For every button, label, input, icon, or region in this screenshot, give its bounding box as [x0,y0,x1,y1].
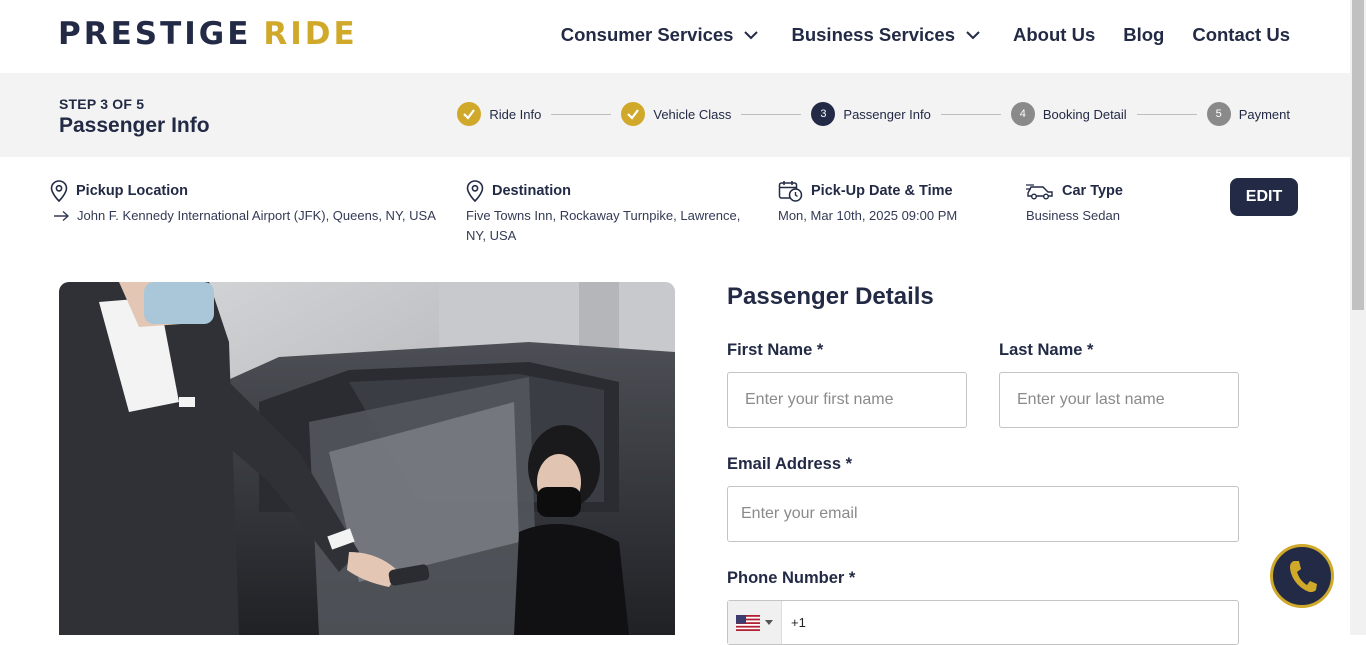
date-value: Mon, Mar 10th, 2025 09:00 PM [778,208,958,223]
brand-logo[interactable]: PRESTIGE RIDE [58,16,358,52]
last-name-label: Last Name * [999,341,1094,359]
nav-blog[interactable]: Blog [1123,22,1164,48]
step-label: Payment [1238,106,1290,122]
map-pin-icon [50,180,68,202]
country-selector[interactable] [728,601,782,644]
map-pin-icon [466,180,484,202]
chevron-down-icon [966,31,980,40]
step-ride-info[interactable]: Ride Info [457,102,541,126]
car-type-value: Business Sedan [1026,208,1120,223]
scrollbar-thumb[interactable] [1352,0,1364,310]
step-divider [741,113,802,115]
step-passenger-info: 3 Passenger Info [811,102,931,126]
destination-value-line2: NY, USA [466,228,517,243]
pickup-location: Pickup Location John F. Kennedy Internat… [50,176,436,226]
step-progress: Ride Info Vehicle Class 3 Passenger Info… [457,102,1290,126]
arrow-right-icon [54,210,70,222]
booking-step-bar: STEP 3 OF 5 Passenger Info Ride Info Veh… [0,73,1350,157]
phone-field[interactable]: +1 [727,600,1239,645]
calendar-clock-icon [778,181,803,202]
step-payment: 5 Payment [1206,102,1290,126]
step-number: 5 [1206,102,1231,126]
check-icon [457,102,482,126]
nav-contact-us[interactable]: Contact Us [1192,22,1290,48]
step-divider [940,113,1001,115]
nav-business-services[interactable]: Business Services [791,22,981,48]
car-type-heading: Car Type [1062,183,1123,199]
pickup-heading: Pickup Location [76,183,188,199]
phone-icon [1290,561,1317,593]
logo-text-prestige: PRESTIGE [58,16,252,52]
step-label: Vehicle Class [653,106,732,122]
step-label: Ride Info [489,106,542,122]
call-button[interactable] [1270,544,1334,608]
nav-business-services-label: Business Services [791,24,956,45]
last-name-input[interactable] [999,372,1239,428]
date-heading: Pick-Up Date & Time [811,183,953,199]
destination-heading: Destination [492,183,571,199]
email-input[interactable] [727,486,1239,542]
step-counter: STEP 3 OF 5 [59,96,145,112]
phone-country-code: +1 [791,615,806,630]
step-divider [551,113,612,115]
first-name-input[interactable] [727,372,967,428]
chevron-down-icon [744,31,759,40]
car-icon [1026,184,1053,200]
nav-consumer-services-label: Consumer Services [560,24,734,45]
chauffeur-photo [59,282,675,635]
first-name-label: First Name * [727,341,824,359]
check-icon [621,102,646,126]
step-booking-detail: 4 Booking Detail [1010,102,1127,126]
email-label: Email Address * [727,455,853,473]
trip-summary: Pickup Location John F. Kennedy Internat… [0,176,1350,256]
pickup-date-time: Pick-Up Date & Time Mon, Mar 10th, 2025 … [778,176,957,226]
edit-button[interactable]: EDIT [1230,178,1298,216]
us-flag-icon [736,614,760,631]
step-number: 4 [1010,102,1035,126]
step-label: Passenger Info [843,106,931,122]
step-vehicle-class[interactable]: Vehicle Class [621,102,731,126]
main-nav: Consumer Services Business Services Abou… [561,22,1290,48]
step-divider [1136,113,1197,115]
nav-about-us[interactable]: About Us [1013,22,1095,48]
destination: Destination Five Towns Inn, Rockaway Tur… [466,176,740,246]
site-header: PRESTIGE RIDE Consumer Services Business… [0,0,1350,73]
phone-label: Phone Number * [727,569,856,587]
caret-down-icon [765,620,773,625]
pickup-value: John F. Kennedy International Airport (J… [77,208,436,223]
passenger-details-title: Passenger Details [727,283,934,310]
step-title: Passenger Info [59,114,210,137]
page-scrollbar[interactable] [1350,0,1366,635]
car-type: Car Type Business Sedan [1026,176,1123,226]
step-number: 3 [811,102,836,126]
nav-consumer-services[interactable]: Consumer Services [561,22,760,48]
step-label: Booking Detail [1042,106,1127,122]
destination-value-line1: Five Towns Inn, Rockaway Turnpike, Lawre… [466,208,741,223]
logo-text-ride: RIDE [263,16,358,52]
